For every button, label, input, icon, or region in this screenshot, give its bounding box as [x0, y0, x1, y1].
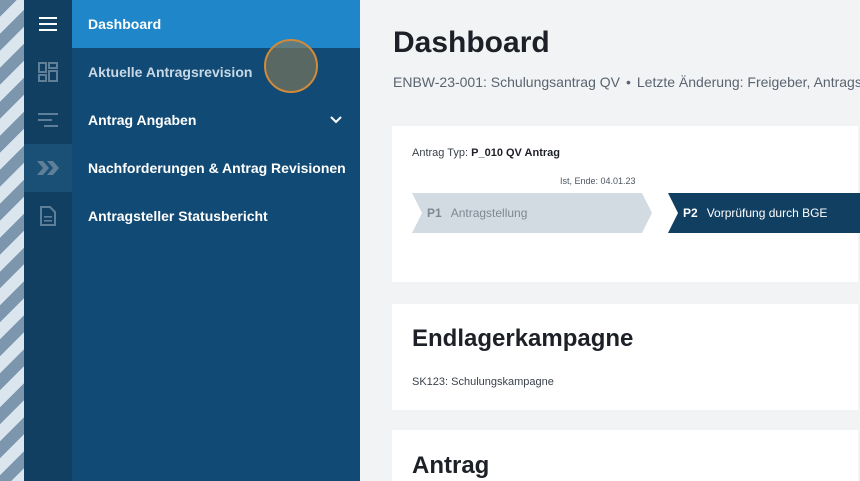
last-change-info: Letzte Änderung: Freigeber, Antragst: [636, 74, 860, 90]
menu-item-nachforderungen[interactable]: Nachforderungen & Antrag Revisionen: [72, 144, 360, 192]
menu-item-antrag-angaben[interactable]: Antrag Angaben: [72, 96, 360, 144]
menu-item-label: Nachforderungen & Antrag Revisionen: [88, 160, 346, 176]
campaign-card: Endlagerkampagne SK123: Schulungskampagn…: [392, 304, 858, 410]
list-filter-icon: [38, 113, 58, 127]
menu-item-label: Aktuelle Antragsrevision: [88, 64, 253, 80]
rail-dashboard-button[interactable]: [24, 48, 72, 96]
antrag-identifier: ENBW-23-001: Schulungsantrag QV: [393, 74, 620, 90]
separator-dot: •: [625, 74, 631, 90]
rail-list-button[interactable]: [24, 96, 72, 144]
document-icon: [40, 206, 56, 226]
page-subtitle: ENBW-23-001: Schulungsantrag QV • Letzte Ä…: [393, 74, 860, 90]
chevron-down-icon[interactable]: [328, 112, 344, 128]
hamburger-menu-button[interactable]: [24, 0, 72, 48]
menu-item-label: Dashboard: [88, 16, 162, 32]
campaign-title: Endlagerkampagne: [412, 325, 634, 352]
campaign-subtitle: SK123: Schulungskampagne: [412, 376, 554, 388]
icon-rail: [24, 0, 72, 481]
antrag-card: Antrag: [392, 430, 858, 481]
antrag-type-label: Antrag Typ:: [412, 147, 469, 159]
antrag-type-value: P_010 QV Antrag: [471, 147, 560, 159]
rail-document-button[interactable]: [24, 192, 72, 240]
double-chevron-right-icon: [37, 161, 59, 175]
menu-item-dashboard[interactable]: Dashboard: [72, 0, 360, 48]
dashboard-grid-icon: [38, 62, 58, 82]
antrag-type: Antrag Typ: P_010 QV Antrag: [412, 147, 560, 159]
phase-code: P2: [683, 206, 698, 220]
phase-end-date: Ist, Ende: 04.01.23: [560, 176, 636, 186]
phase-label: Vorprüfung durch BGE: [706, 206, 828, 220]
rail-process-button[interactable]: [24, 144, 72, 192]
process-card: Antrag Typ: P_010 QV Antrag Ist, Ende: 0…: [392, 126, 860, 282]
menu-item-label: Antrag Angaben: [88, 112, 197, 128]
phase-label: Antragstellung: [450, 206, 528, 220]
menu-item-statusbericht[interactable]: Antragsteller Statusbericht: [72, 192, 360, 240]
phase-step-p1[interactable]: P1 Antragstellung: [412, 193, 652, 233]
phase-step-p2[interactable]: P2 Vorprüfung durch BGE: [668, 193, 860, 233]
menu-item-label: Antragsteller Statusbericht: [88, 208, 268, 224]
phase-code: P1: [427, 206, 442, 220]
decorative-stripe-bar: [0, 0, 24, 481]
main-content: Dashboard ENBW-23-001: Schulungsantrag Q…: [360, 0, 860, 481]
page-title: Dashboard: [393, 26, 550, 59]
hamburger-menu-icon: [39, 17, 57, 31]
antrag-title: Antrag: [412, 452, 490, 479]
click-indicator: [264, 39, 318, 93]
